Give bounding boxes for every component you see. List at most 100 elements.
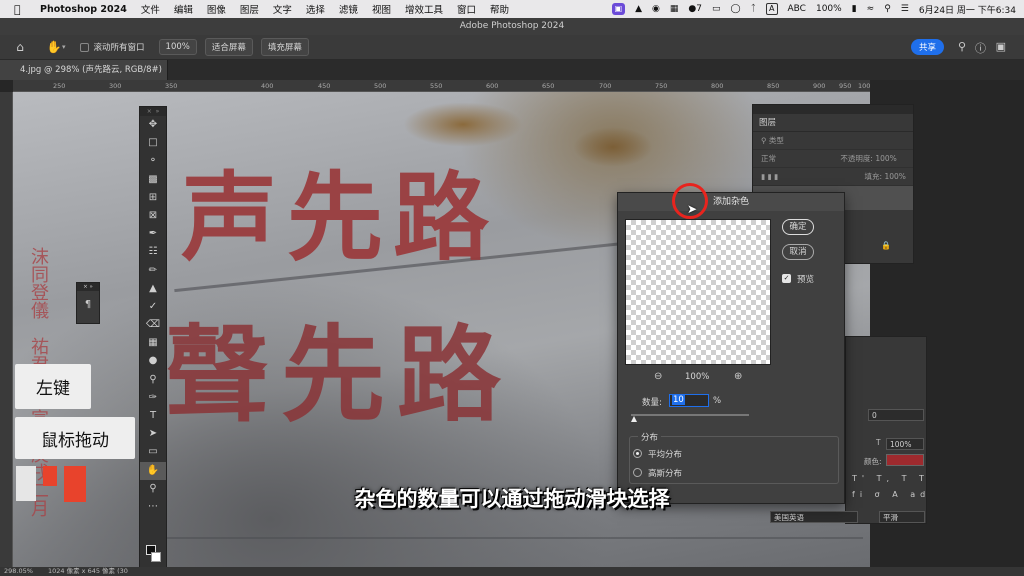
carved-text-line1: 声先路 [181, 161, 499, 274]
input-method-icon[interactable]: A [766, 3, 778, 15]
screen-record-icon[interactable]: ▣ [611, 3, 626, 15]
opacity-value[interactable]: 100% [875, 154, 896, 163]
layers-filter-row[interactable]: ⚲ 类型 [753, 132, 913, 150]
menu-view[interactable]: 视图 [372, 2, 391, 16]
wechat-icon[interactable]: ●7 [688, 4, 702, 14]
blend-mode-select[interactable]: 正常 [761, 154, 776, 163]
blur-tool-icon[interactable]: ● [140, 352, 166, 370]
gaussian-radio[interactable] [633, 468, 642, 477]
options-bar: ⌂ ✋ ▾ 滚动所有窗口 100% 适合屏幕 填充屏幕 共享 ⚲ ⓘ ▣ [0, 35, 1024, 60]
marquee-tool-icon[interactable]: □ [140, 134, 166, 152]
text-color-swatch[interactable] [886, 454, 924, 466]
ok-button[interactable]: 确定 [782, 219, 814, 235]
dialog-title[interactable]: 添加杂色 [618, 193, 844, 211]
rock-crack [163, 537, 863, 539]
eraser-tool-icon[interactable]: ⌫ [140, 316, 166, 334]
crop-tool-icon[interactable]: ⊞ [140, 189, 166, 207]
home-icon[interactable]: ⌂ [12, 39, 28, 55]
grid-icon[interactable]: ▦ [670, 4, 679, 14]
object-select-tool-icon[interactable]: ▩ [140, 171, 166, 189]
bluetooth-icon[interactable]: ᛏ [751, 4, 756, 14]
ruler-tick: 900 [813, 82, 826, 90]
control-center-icon[interactable]: ☰ [901, 4, 909, 14]
brush-tool-icon[interactable]: ✏ [140, 262, 166, 280]
zoom-out-icon[interactable]: ⊖ [654, 371, 662, 382]
help-icon[interactable]: ⓘ [975, 40, 986, 56]
stamp-tool-icon[interactable]: ▲ [140, 280, 166, 298]
display-icon[interactable]: ▭ [712, 4, 721, 14]
amount-slider-thumb[interactable] [630, 416, 637, 422]
gradient-tool-icon[interactable]: ▦ [140, 334, 166, 352]
cancel-button[interactable]: 取消 [782, 244, 814, 260]
fill-screen-button[interactable]: 填充屏幕 [260, 38, 309, 56]
uniform-radio[interactable] [633, 449, 642, 458]
menu-app[interactable]: Photoshop 2024 [40, 4, 127, 15]
search-icon[interactable]: ⚲ [884, 4, 891, 14]
shield-icon[interactable]: ◉ [652, 4, 660, 14]
mini-panel-header[interactable]: × » [77, 283, 99, 291]
status-doc-size[interactable]: 1024 像素 x 645 像素 (30 [48, 567, 128, 576]
hand-tool-icon[interactable]: ✋ [140, 461, 166, 480]
user-icon[interactable]: ◯ [731, 4, 741, 14]
move-tool-icon[interactable]: ✥ [140, 116, 166, 134]
share-button[interactable]: 共享 [910, 39, 944, 55]
fill-value[interactable]: 100% [884, 172, 905, 181]
workspace-icon[interactable]: ▣ [996, 40, 1006, 53]
menu-layer[interactable]: 图层 [240, 2, 259, 16]
dodge-tool-icon[interactable]: ⚲ [140, 371, 166, 389]
path-select-tool-icon[interactable]: ➤ [140, 425, 166, 443]
menu-type[interactable]: 文字 [273, 2, 292, 16]
scroll-all-checkbox[interactable] [79, 42, 89, 52]
menu-edit[interactable]: 编辑 [174, 2, 193, 16]
menu-help[interactable]: 帮助 [490, 2, 509, 16]
wifi-icon[interactable]: ≈ [867, 4, 875, 14]
color-swatches[interactable] [146, 545, 162, 563]
apple-icon[interactable]:  [14, 3, 30, 16]
layer-filter-kind[interactable]: 类型 [769, 136, 784, 145]
layers-panel-strip[interactable] [753, 105, 913, 114]
mouse-cursor-icon: ➤ [687, 202, 698, 216]
hat-icon[interactable]: ▲ [635, 4, 642, 14]
fit-screen-button[interactable]: 适合屏幕 [204, 38, 253, 56]
healing-tool-icon[interactable]: ☷ [140, 243, 166, 261]
scale-field[interactable]: 100% [886, 438, 924, 450]
tools-panel-header[interactable]: × » [140, 107, 166, 116]
clock[interactable]: 6月24日 周一 下午6:34 [919, 3, 1016, 16]
input-method-label[interactable]: ABC [788, 4, 806, 14]
menu-plugins[interactable]: 增效工具 [405, 2, 443, 16]
status-zoom[interactable]: 298.05% [4, 567, 33, 576]
battery-icon[interactable]: ▮ [852, 4, 857, 14]
menu-select[interactable]: 选择 [306, 2, 325, 16]
lasso-tool-icon[interactable]: ⚬ [140, 152, 166, 170]
zoom-in-icon[interactable]: ⊕ [734, 371, 742, 382]
frame-tool-icon[interactable]: ⊠ [140, 207, 166, 225]
amount-slider-track[interactable] [631, 414, 749, 416]
uniform-label: 平均分布 [648, 450, 683, 460]
layers-panel-title[interactable]: 图层 [753, 114, 913, 132]
ruler-tick: 550 [430, 82, 443, 90]
eyedropper-tool-icon[interactable]: ✒ [140, 225, 166, 243]
scroll-all-label: 滚动所有窗口 [93, 43, 145, 53]
pen-tool-icon[interactable]: ✑ [140, 389, 166, 407]
amount-input[interactable]: 10 [669, 394, 709, 407]
background-color[interactable] [151, 552, 161, 562]
search-icon[interactable]: ⚲ [958, 40, 966, 53]
history-brush-tool-icon[interactable]: ✓ [140, 298, 166, 316]
document-tab[interactable]: 4.jpg @ 298% (声先路云, RGB/8#) * [0, 60, 168, 95]
paragraph-icon[interactable]: ¶ [77, 299, 99, 310]
hand-tool-icon[interactable]: ✋ [46, 39, 62, 55]
tracking-field[interactable]: 0 [868, 409, 924, 421]
preview-checkbox[interactable]: ✓ [782, 274, 791, 283]
type-tool-icon[interactable]: T [140, 407, 166, 425]
menu-window[interactable]: 窗口 [457, 2, 476, 16]
menu-file[interactable]: 文件 [141, 2, 160, 16]
chevron-down-icon[interactable]: ▾ [62, 43, 66, 51]
noise-preview[interactable] [625, 219, 771, 365]
zoom-value-button[interactable]: 100% [158, 39, 197, 55]
status-bar: 298.05% 1024 像素 x 645 像素 (30 [0, 567, 1024, 576]
text-style-icons[interactable]: T' T, T T [852, 474, 929, 483]
menu-image[interactable]: 图像 [207, 2, 226, 16]
menu-filter[interactable]: 滤镜 [339, 2, 358, 16]
shape-tool-icon[interactable]: ▭ [140, 443, 166, 461]
photoshop-window:  Photoshop 2024 文件 编辑 图像 图层 文字 选择 滤镜 视图… [0, 0, 1024, 576]
